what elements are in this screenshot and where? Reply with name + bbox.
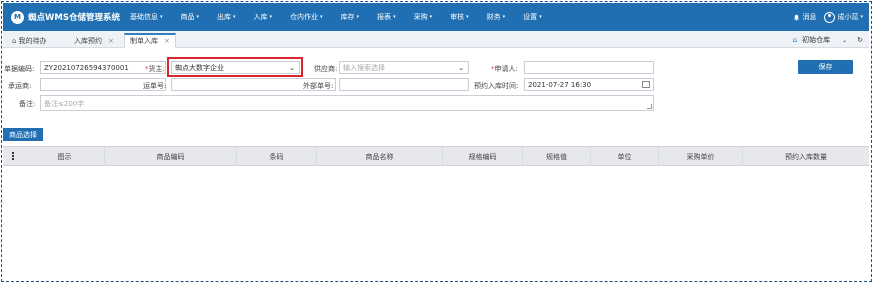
applicant-input[interactable]	[524, 61, 654, 74]
chevron-down-icon: ▾	[429, 14, 433, 20]
user-area: 消息 成小蕊 ▾	[793, 3, 863, 31]
resize-handle-icon[interactable]	[647, 104, 652, 109]
chevron-down-icon: ▾	[269, 14, 273, 20]
chevron-down-icon[interactable]: ⌄	[842, 37, 847, 44]
menu-item-inbound[interactable]: 入库 ▾	[254, 12, 273, 22]
goods-table-header: 图示 商品编码 条码 商品名称 规格编码 规格值 单位 采购单价 预约入库数量	[3, 146, 869, 166]
tab-inbound-appointment[interactable]: 入库预约 ×	[69, 33, 119, 48]
remark-label: 备注:	[19, 100, 36, 108]
tab-create-inbound[interactable]: 制单入库 ×	[124, 33, 176, 48]
carrier-label: 承运商:	[8, 82, 32, 90]
calendar-icon[interactable]	[642, 81, 650, 88]
appointment-time-input[interactable]: 2021-07-27 16:30	[524, 78, 654, 91]
column-header-goods-name: 商品名称	[317, 147, 443, 166]
menu-item-basic-info[interactable]: 基础信息 ▾	[130, 12, 163, 22]
app-title: 蜘点WMS仓储管理系统	[28, 13, 120, 23]
warehouse-icon: ⌂	[792, 36, 798, 44]
menu-item-audit[interactable]: 审核 ▾	[450, 12, 469, 22]
waybill-label: 运单号:	[143, 82, 167, 90]
messages-link[interactable]: 消息	[802, 12, 816, 22]
close-icon[interactable]: ×	[108, 37, 114, 45]
menu-item-finance[interactable]: 财务 ▾	[487, 12, 506, 22]
chevron-down-icon: ▾	[393, 14, 396, 20]
chevron-down-icon: ▾	[860, 14, 863, 20]
column-header-spec-value: 规格值	[523, 147, 591, 166]
supplier-select[interactable]: 输入搜索选择 ⌄	[339, 61, 469, 74]
warehouse-name: 初始仓库	[802, 36, 831, 44]
menu-item-purchase[interactable]: 采购 ▾	[414, 12, 433, 22]
select-goods-button[interactable]: 商品选择	[3, 128, 43, 141]
tab-my-todo[interactable]: ⌂ 我的待办	[7, 33, 51, 48]
app-logo-icon: M	[11, 10, 24, 24]
home-icon: ⌂	[12, 36, 17, 45]
chevron-down-icon: ▾	[196, 14, 199, 20]
menu-item-warehouse-ops[interactable]: 仓内作业 ▾	[290, 12, 323, 22]
user-avatar-icon	[824, 11, 836, 23]
column-header-unit-price: 采购单价	[659, 147, 743, 166]
chevron-down-icon: ▾	[233, 14, 236, 20]
chevron-down-icon: ▾	[502, 14, 506, 20]
supplier-label: 供应商:	[314, 65, 338, 73]
main-menu: 基础信息 ▾ 商品 ▾ 出库 ▾ 入库 ▾ 仓内作业 ▾ 库存 ▾ 报表 ▾ 采购 ▾ 审核 ▾ …	[130, 12, 542, 22]
column-header-spec-code: 规格编码	[443, 147, 523, 166]
doc-no-label: 单据编码:	[4, 65, 35, 73]
appointment-time-label: 预约入库时间:	[474, 82, 519, 90]
menu-item-settings[interactable]: 设置 ▾	[523, 12, 542, 22]
column-header-image: 图示	[25, 147, 105, 166]
remark-textarea[interactable]: 备注≤200字	[40, 95, 654, 111]
menu-item-reports[interactable]: 报表 ▾	[377, 12, 396, 22]
column-settings-icon[interactable]	[12, 152, 15, 161]
menu-item-inventory[interactable]: 库存 ▾	[341, 12, 360, 22]
menu-item-outbound[interactable]: 出库 ▾	[217, 12, 236, 22]
warehouse-switcher[interactable]: ⌂ 初始仓库 ⌄ ↻	[793, 33, 863, 47]
chevron-down-icon: ▾	[539, 14, 542, 20]
close-icon[interactable]: ×	[164, 37, 170, 45]
chevron-down-icon: ⌄	[458, 64, 464, 72]
column-header-goods-code: 商品编码	[105, 147, 237, 166]
chevron-down-icon: ▾	[320, 14, 323, 20]
chevron-down-icon: ▾	[159, 14, 163, 20]
refresh-icon[interactable]: ↻	[857, 36, 863, 44]
column-header-appointment-qty: 预约入库数量	[785, 152, 827, 161]
external-no-input[interactable]	[339, 78, 469, 91]
owner-label: *货主:	[145, 65, 165, 73]
owner-highlight-box	[167, 57, 303, 77]
chevron-down-icon: ▾	[466, 14, 469, 20]
column-header-barcode: 条码	[237, 147, 317, 166]
save-button[interactable]: 保存	[798, 60, 853, 74]
bell-icon	[794, 14, 800, 21]
applicant-label: *申请人:	[491, 65, 518, 73]
tab-bar: ⌂ 我的待办 入库预约 × 制单入库 × ⌂ 初始仓库 ⌄ ↻	[3, 31, 869, 48]
user-name[interactable]: 成小蕊	[837, 12, 858, 22]
chevron-down-icon: ▾	[356, 14, 360, 20]
column-header-unit: 单位	[591, 147, 659, 166]
top-nav-bar: M 蜘点WMS仓储管理系统 基础信息 ▾ 商品 ▾ 出库 ▾ 入库 ▾ 仓内作业 ▾ 库存…	[3, 3, 869, 31]
menu-item-goods[interactable]: 商品 ▾	[180, 12, 199, 22]
external-no-label: 外部单号:	[303, 82, 334, 90]
